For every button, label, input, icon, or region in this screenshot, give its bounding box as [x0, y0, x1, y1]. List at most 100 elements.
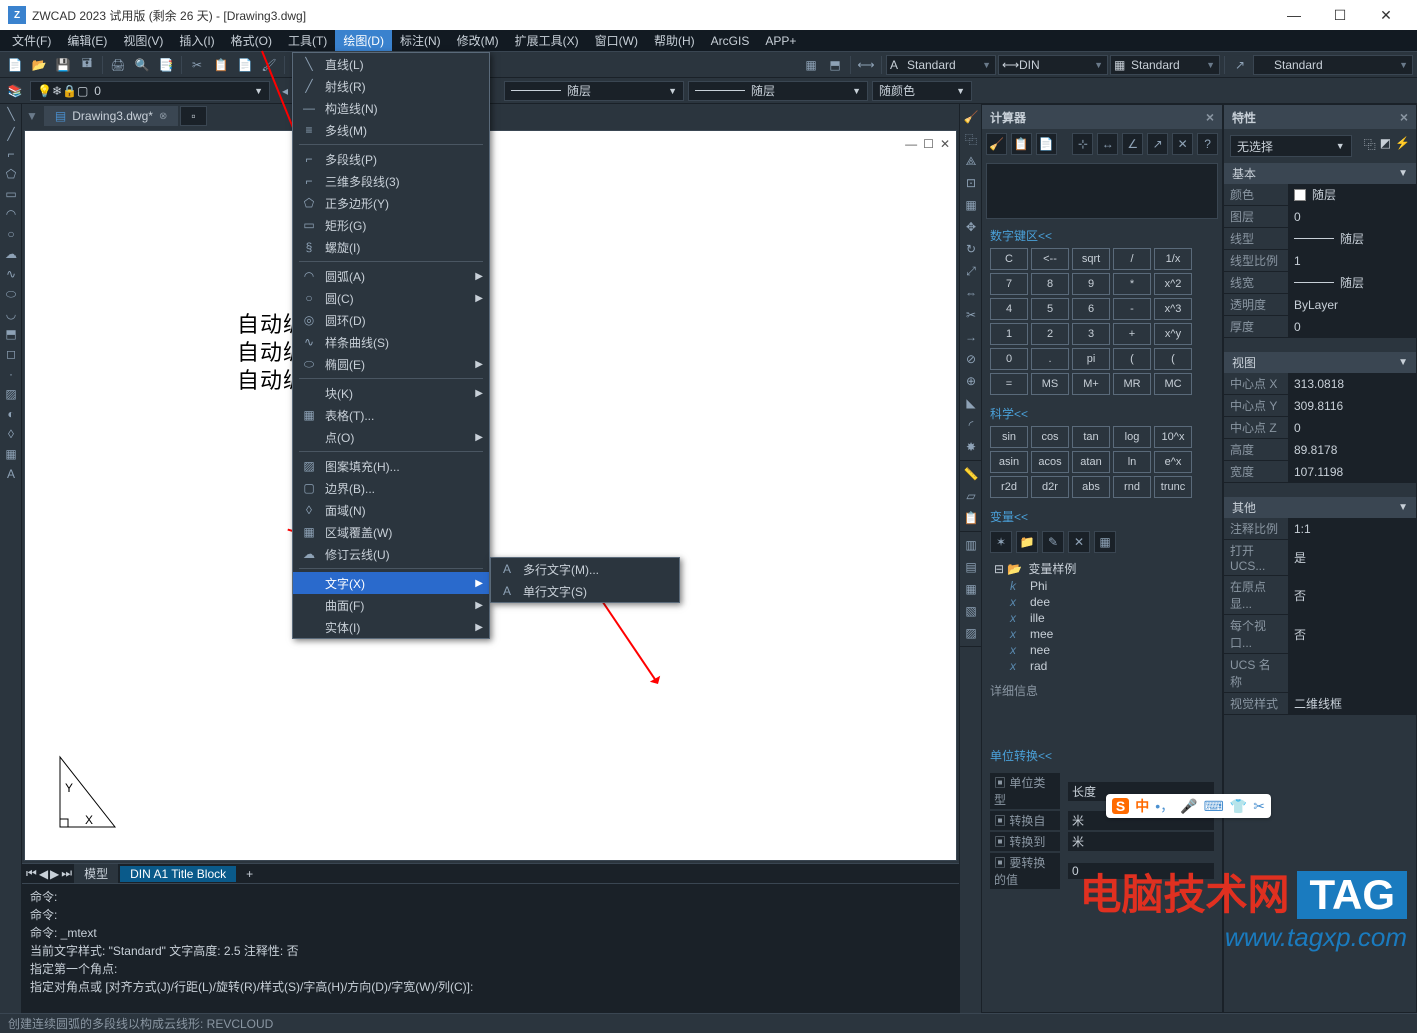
- calc-key[interactable]: 5: [1031, 298, 1069, 320]
- offset-icon[interactable]: ⊡: [960, 172, 982, 194]
- menu-item[interactable]: 插入(I): [171, 30, 222, 51]
- menu-item[interactable]: ▦表格(T)...: [293, 404, 489, 426]
- join-icon[interactable]: ⊕: [960, 370, 982, 392]
- open-icon[interactable]: 📂: [28, 54, 50, 76]
- area-icon[interactable]: ▱: [960, 485, 982, 507]
- tab-nav-next-icon[interactable]: ▶: [50, 867, 59, 881]
- saveall-icon[interactable]: 🖬: [76, 54, 98, 76]
- viewport-close-icon[interactable]: ✕: [940, 137, 950, 151]
- calc-key[interactable]: tan: [1072, 426, 1110, 448]
- var-tree-root[interactable]: ⊟ 📂 变量样例: [990, 559, 1214, 578]
- menu-item[interactable]: ╱射线(R): [293, 75, 489, 97]
- submenu-item[interactable]: A多行文字(M)...: [491, 558, 679, 580]
- menu-item[interactable]: 文字(X)▶: [293, 572, 489, 594]
- property-row[interactable]: 每个视口...否: [1224, 615, 1416, 654]
- property-row[interactable]: 视觉样式二维线框: [1224, 693, 1416, 715]
- menu-item[interactable]: 视图(V): [115, 30, 171, 51]
- menu-item[interactable]: 绘图(D): [335, 30, 392, 51]
- palette1-icon[interactable]: ▥: [960, 534, 982, 556]
- circle-tool-icon[interactable]: ○: [0, 224, 22, 244]
- palette3-icon[interactable]: ▦: [960, 578, 982, 600]
- hatch-tool-icon[interactable]: ▨: [0, 384, 22, 404]
- menu-item[interactable]: 格式(O): [223, 30, 280, 51]
- ime-keyboard-icon[interactable]: ⌨: [1204, 798, 1224, 815]
- ellipse-tool-icon[interactable]: ⬭: [0, 284, 22, 304]
- menu-item[interactable]: 标注(N): [392, 30, 449, 51]
- explode-icon[interactable]: ✸: [960, 436, 982, 458]
- layer-manager-icon[interactable]: 📚: [4, 80, 26, 102]
- calc-key[interactable]: (: [1113, 348, 1151, 370]
- property-row[interactable]: 颜色 随层: [1224, 184, 1416, 206]
- insert-icon[interactable]: ⬒: [824, 54, 846, 76]
- menu-item[interactable]: 编辑(E): [59, 30, 115, 51]
- calc-getpt-icon[interactable]: ⊹: [1072, 133, 1093, 155]
- calc-key[interactable]: 4: [990, 298, 1028, 320]
- calc-var-section[interactable]: 变量<<: [982, 504, 1222, 529]
- calc-key[interactable]: trunc: [1154, 476, 1192, 498]
- calc-getvec-icon[interactable]: ↗: [1147, 133, 1168, 155]
- cut-icon[interactable]: ✂: [186, 54, 208, 76]
- rect-tool-icon[interactable]: ▭: [0, 184, 22, 204]
- calc-key[interactable]: MS: [1031, 373, 1069, 395]
- layout-tab[interactable]: DIN A1 Title Block: [120, 866, 236, 882]
- menu-item[interactable]: 工具(T): [280, 30, 335, 51]
- calc-help-icon[interactable]: ?: [1197, 133, 1218, 155]
- calc-x-icon[interactable]: ✕: [1172, 133, 1193, 155]
- calc-key[interactable]: C: [990, 248, 1028, 270]
- polygon-tool-icon[interactable]: ⬠: [0, 164, 22, 184]
- menu-item[interactable]: ▦区域覆盖(W): [293, 521, 489, 543]
- calc-key[interactable]: x^2: [1154, 273, 1192, 295]
- dim-icon[interactable]: ⟷: [855, 54, 877, 76]
- property-row[interactable]: 中心点 Z0: [1224, 417, 1416, 439]
- ime-bar[interactable]: S 中 •， 🎤 ⌨ 👕 ✂: [1106, 794, 1271, 818]
- calc-key[interactable]: ln: [1113, 451, 1151, 473]
- maximize-button[interactable]: ☐: [1317, 0, 1363, 30]
- copy-icon[interactable]: 📋: [210, 54, 232, 76]
- calc-key[interactable]: 1: [990, 323, 1028, 345]
- menu-item[interactable]: 曲面(F)▶: [293, 594, 489, 616]
- pline-tool-icon[interactable]: ⌐: [0, 144, 22, 164]
- erase-icon[interactable]: 🧹: [960, 106, 982, 128]
- menu-item[interactable]: ⌐多段线(P): [293, 148, 489, 170]
- break-icon[interactable]: ⊘: [960, 348, 982, 370]
- var-tree-item[interactable]: xdee: [990, 594, 1214, 610]
- paste-icon[interactable]: 📄: [234, 54, 256, 76]
- calc-key[interactable]: x^3: [1154, 298, 1192, 320]
- tab-nav-last-icon[interactable]: ⏭: [61, 866, 72, 881]
- calc-key[interactable]: 7: [990, 273, 1028, 295]
- calc-display[interactable]: [986, 163, 1218, 219]
- menu-item[interactable]: ▭矩形(G): [293, 214, 489, 236]
- var-tree-item[interactable]: xille: [990, 610, 1214, 626]
- calc-key[interactable]: MC: [1154, 373, 1192, 395]
- make-block-icon[interactable]: ◻: [0, 344, 22, 364]
- mleader-style-combo[interactable]: Standard▼: [1253, 55, 1413, 75]
- table-style-combo[interactable]: ▦Standard▼: [1110, 55, 1220, 75]
- linetype-combo[interactable]: 随层▼: [504, 81, 684, 101]
- calc-key[interactable]: sin: [990, 426, 1028, 448]
- menu-item[interactable]: —构造线(N): [293, 97, 489, 119]
- property-row[interactable]: 图层0: [1224, 206, 1416, 228]
- minimize-button[interactable]: —: [1271, 0, 1317, 30]
- property-row[interactable]: 宽度107.1198: [1224, 461, 1416, 483]
- calc-key[interactable]: e^x: [1154, 451, 1192, 473]
- var-tree-item[interactable]: kPhi: [990, 578, 1214, 594]
- viewport-min-icon[interactable]: —: [905, 137, 917, 151]
- line-tool-icon[interactable]: ╲: [0, 104, 22, 124]
- prop-section-view[interactable]: 视图▼: [1224, 352, 1416, 373]
- var-new-icon[interactable]: ✶: [990, 531, 1012, 553]
- prop-section-basic[interactable]: 基本▼: [1224, 163, 1416, 184]
- ime-punct-icon[interactable]: •，: [1155, 796, 1174, 816]
- close-tab-icon[interactable]: ⊗: [159, 111, 167, 122]
- calc-key[interactable]: 10^x: [1154, 426, 1192, 448]
- calc-key[interactable]: 8: [1031, 273, 1069, 295]
- calc-getdist-icon[interactable]: ↔: [1097, 133, 1118, 155]
- menu-item[interactable]: ≡多线(M): [293, 119, 489, 141]
- ime-tool-icon[interactable]: ✂: [1253, 798, 1265, 815]
- calc-getang-icon[interactable]: ∠: [1122, 133, 1143, 155]
- table-tool-icon[interactable]: ▦: [0, 444, 22, 464]
- model-tab[interactable]: 模型: [74, 864, 118, 883]
- property-row[interactable]: 线宽 随层: [1224, 272, 1416, 294]
- point-tool-icon[interactable]: ·: [0, 364, 22, 384]
- array-icon[interactable]: ▦: [960, 194, 982, 216]
- select-objects-icon[interactable]: ◩: [1380, 136, 1391, 153]
